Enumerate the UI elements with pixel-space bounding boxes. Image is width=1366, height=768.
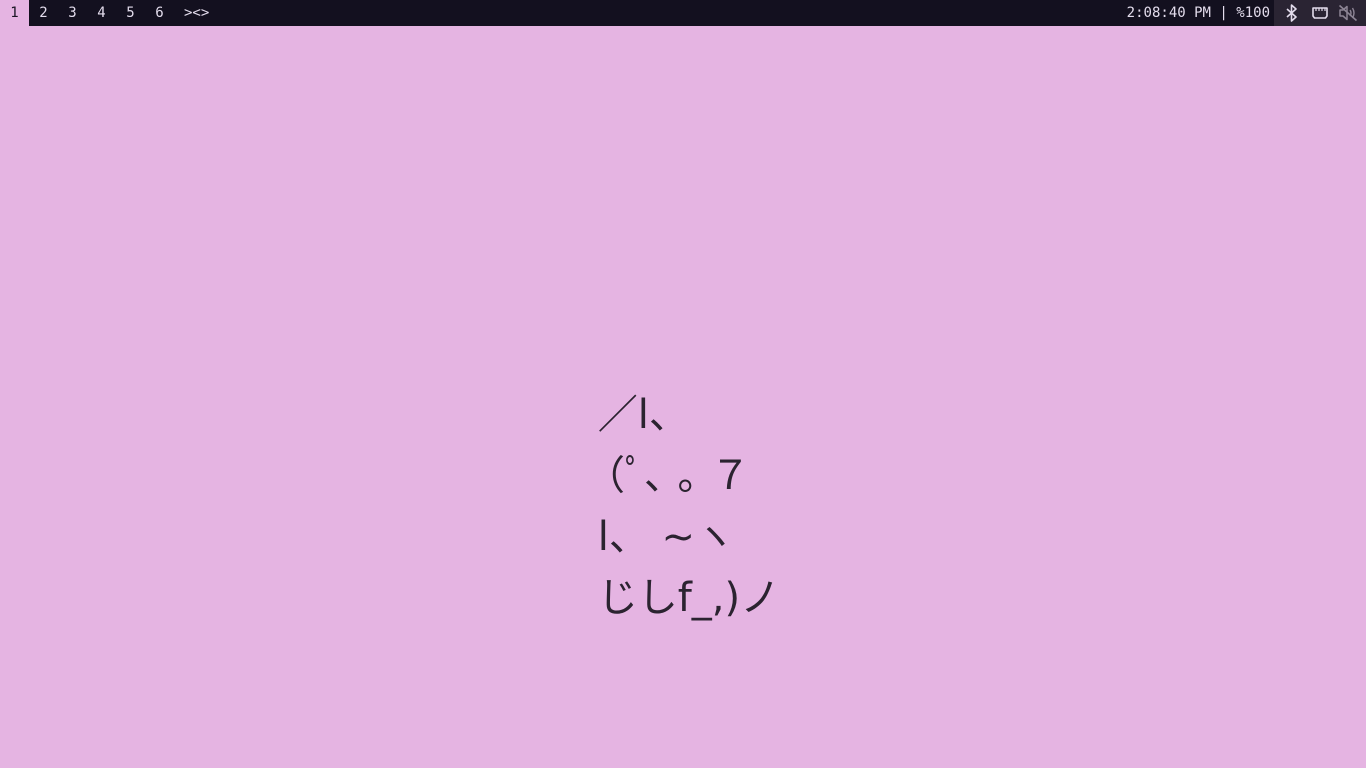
ascii-art-line-4: じしf_,)ノ (585, 575, 781, 621)
bar-left: 1 2 3 4 5 6 ><> (0, 0, 209, 26)
bluetooth-icon[interactable] (1278, 0, 1306, 26)
volume-muted-icon-svg (1338, 4, 1358, 22)
workspace-1[interactable]: 1 (0, 0, 29, 26)
ascii-cat-art: ／l、 （ﾟ､ ｡ ７ l、 ~ヽ じしf_,)ノ (585, 385, 780, 629)
bluetooth-icon-svg (1286, 4, 1297, 22)
layout-indicator[interactable]: ><> (184, 0, 209, 26)
system-tray (1274, 0, 1366, 26)
workspace-4[interactable]: 4 (87, 0, 116, 26)
bar-right: 2:08:40 PM | %100 (1127, 0, 1366, 26)
network-ethernet-icon[interactable] (1306, 0, 1334, 26)
workspace-5[interactable]: 5 (116, 0, 145, 26)
workspace-3[interactable]: 3 (58, 0, 87, 26)
ascii-art-line-3: l、 ~ヽ (585, 514, 736, 560)
workspace-6[interactable]: 6 (145, 0, 174, 26)
workspace-list: 1 2 3 4 5 6 (0, 0, 174, 26)
status-text: 2:08:40 PM | %100 (1127, 0, 1274, 26)
ascii-art-line-2: （ﾟ､ ｡ ７ (585, 453, 751, 499)
status-separator: | (1219, 5, 1228, 21)
workspace-2[interactable]: 2 (29, 0, 58, 26)
network-ethernet-icon-svg (1312, 7, 1328, 19)
clock: 2:08:40 PM (1126, 5, 1211, 21)
volume-muted-icon[interactable] (1334, 0, 1362, 26)
volume-level: %100 (1236, 5, 1270, 21)
top-bar: 1 2 3 4 5 6 ><> 2:08:40 PM | %100 (0, 0, 1366, 26)
ascii-art-line-1: ／l、 (585, 392, 689, 438)
